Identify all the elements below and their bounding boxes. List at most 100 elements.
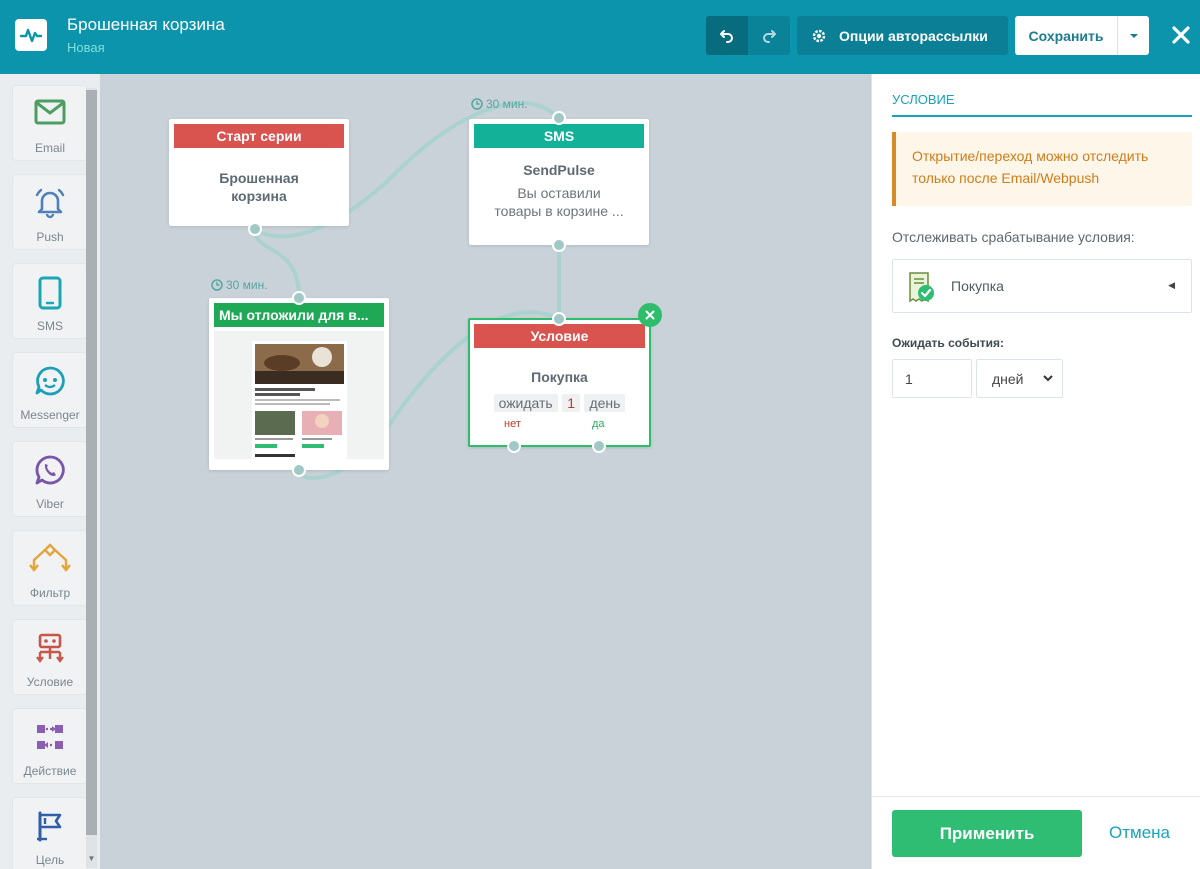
email-preview-thumbnail [214, 331, 384, 459]
start-node[interactable]: Старт серии Брошенная корзина [169, 119, 349, 226]
page-title: Брошенная корзина [67, 15, 225, 34]
tool-viber-label: Viber [36, 497, 64, 511]
panel-title-underline [892, 115, 1192, 117]
wait-word-chip: ожидать [493, 394, 558, 412]
tool-email[interactable]: Email [12, 85, 88, 161]
tool-viber[interactable]: Viber [12, 441, 88, 517]
sms-node[interactable]: SMS SendPulse Вы оставили товары в корзи… [469, 119, 649, 245]
email-node-output-port[interactable] [292, 463, 306, 477]
condition-node-header: Условие [474, 324, 645, 348]
tool-condition-label: Условие [26, 675, 74, 689]
tool-sms[interactable]: SMS [12, 263, 88, 339]
tool-condition[interactable]: Условие [12, 619, 88, 695]
bell-icon [35, 188, 65, 219]
start-node-title-line1: Брошенная [219, 170, 299, 186]
undo-icon [720, 29, 733, 43]
save-dropdown-button[interactable] [1118, 16, 1149, 55]
clock-icon [211, 279, 223, 291]
close-icon [1172, 26, 1190, 44]
condition-no-output-port[interactable] [507, 439, 521, 453]
toolbar-scrollbar-thumb[interactable] [86, 90, 97, 835]
tool-push[interactable]: Push [12, 174, 88, 250]
tool-filter-label: Фильтр [29, 586, 71, 600]
wait-unit-chip: день [584, 394, 626, 412]
warning-line1: Открытие/переход можно отследить [912, 148, 1149, 164]
email-node-input-port[interactable] [292, 291, 306, 305]
warning-line2: только после Email/Webpush [912, 170, 1100, 186]
gear-icon [812, 29, 826, 42]
branch-yes-label: да [592, 418, 605, 430]
tool-filter[interactable]: Фильтр [12, 530, 88, 606]
sms-node-text-line1: Вы оставили [517, 185, 601, 201]
tool-email-label: Email [34, 141, 65, 155]
email-node[interactable]: Мы отложили для в... [209, 298, 389, 470]
chat-icon [35, 366, 65, 396]
delete-node-button[interactable] [638, 303, 662, 327]
email-preview-page [252, 341, 347, 459]
sms-delay-text: 30 мин. [486, 97, 528, 111]
condition-wait-row: ожидать 1 день [470, 394, 649, 413]
email-delay-label: 30 мин. [211, 278, 268, 292]
clock-icon [471, 98, 483, 110]
viber-icon [35, 455, 65, 485]
flag-icon [37, 811, 62, 842]
close-button[interactable] [1165, 18, 1197, 52]
tool-messenger-label: Messenger [20, 408, 80, 422]
tool-action-label: Действие [23, 764, 77, 778]
tool-messenger[interactable]: Messenger [12, 352, 88, 428]
campaign-options-button[interactable]: Опции авторассылки [797, 16, 1008, 55]
cancel-button[interactable]: Отмена [1109, 823, 1170, 843]
purchase-receipt-icon [909, 272, 934, 303]
track-condition-label: Отслеживать срабатывание условия: [892, 229, 1135, 245]
condition-type-select[interactable]: Покупка ◀ [892, 259, 1192, 313]
pulse-icon [20, 28, 42, 43]
tool-sms-label: SMS [36, 319, 63, 333]
wait-unit-select[interactable]: дней [976, 359, 1063, 398]
undo-button[interactable] [706, 16, 748, 55]
wait-unit-value: дней [992, 370, 1024, 387]
action-icon [37, 725, 63, 749]
flow-canvas[interactable]: Старт серии Брошенная корзина 30 мин. SM… [100, 74, 871, 869]
filter-icon [29, 543, 71, 572]
save-button[interactable]: Сохранить [1015, 16, 1118, 55]
app-logo[interactable] [15, 19, 47, 51]
element-toolbar: Email Push SMS Messenger Viber Фильтр Ус… [0, 74, 100, 869]
redo-button[interactable] [748, 16, 790, 55]
start-node-title-line2: корзина [231, 188, 287, 204]
chevron-down-icon [1043, 375, 1053, 382]
sms-node-input-port[interactable] [552, 111, 566, 125]
sms-delay-label: 30 мин. [471, 97, 528, 111]
sms-node-header: SMS [474, 124, 644, 148]
tool-goal-label: Цель [35, 853, 65, 867]
sms-node-title: SendPulse [523, 162, 595, 178]
wait-value-chip: 1 [562, 394, 580, 412]
sms-node-text-line2: товары в корзине ... [494, 203, 624, 219]
chevron-down-icon [1129, 33, 1138, 38]
tool-action[interactable]: Действие [12, 708, 88, 784]
wait-event-label: Ожидать события: [892, 336, 1005, 350]
sms-node-output-port[interactable] [552, 238, 566, 252]
options-label: Опции авторассылки [839, 27, 988, 44]
close-icon [645, 310, 655, 320]
caret-left-icon: ◀ [1168, 280, 1175, 290]
start-node-header: Старт серии [174, 124, 344, 148]
redo-icon [763, 29, 776, 43]
panel-footer-divider [872, 796, 1200, 797]
condition-node[interactable]: Условие Покупка ожидать 1 день нет да [468, 318, 651, 447]
condition-yes-output-port[interactable] [592, 439, 606, 453]
selected-condition: Покупка [951, 278, 1004, 294]
email-delay-text: 30 мин. [226, 278, 268, 292]
settings-panel: УСЛОВИЕ Открытие/переход можно отследить… [871, 74, 1200, 869]
wait-value-input[interactable]: 1 [892, 359, 972, 398]
history-group [706, 16, 790, 55]
apply-button[interactable]: Применить [892, 810, 1082, 857]
top-header: Брошенная корзина Новая Опции авторассыл… [0, 0, 1200, 74]
tool-push-label: Push [36, 230, 64, 244]
tool-goal[interactable]: Цель [12, 797, 88, 869]
scroll-down-arrow[interactable]: ▼ [86, 852, 97, 866]
status-subtitle: Новая [67, 40, 105, 55]
condition-node-input-port[interactable] [552, 312, 566, 326]
phone-icon [38, 276, 62, 310]
start-node-output-port[interactable] [248, 222, 262, 236]
panel-title: УСЛОВИЕ [892, 92, 955, 107]
